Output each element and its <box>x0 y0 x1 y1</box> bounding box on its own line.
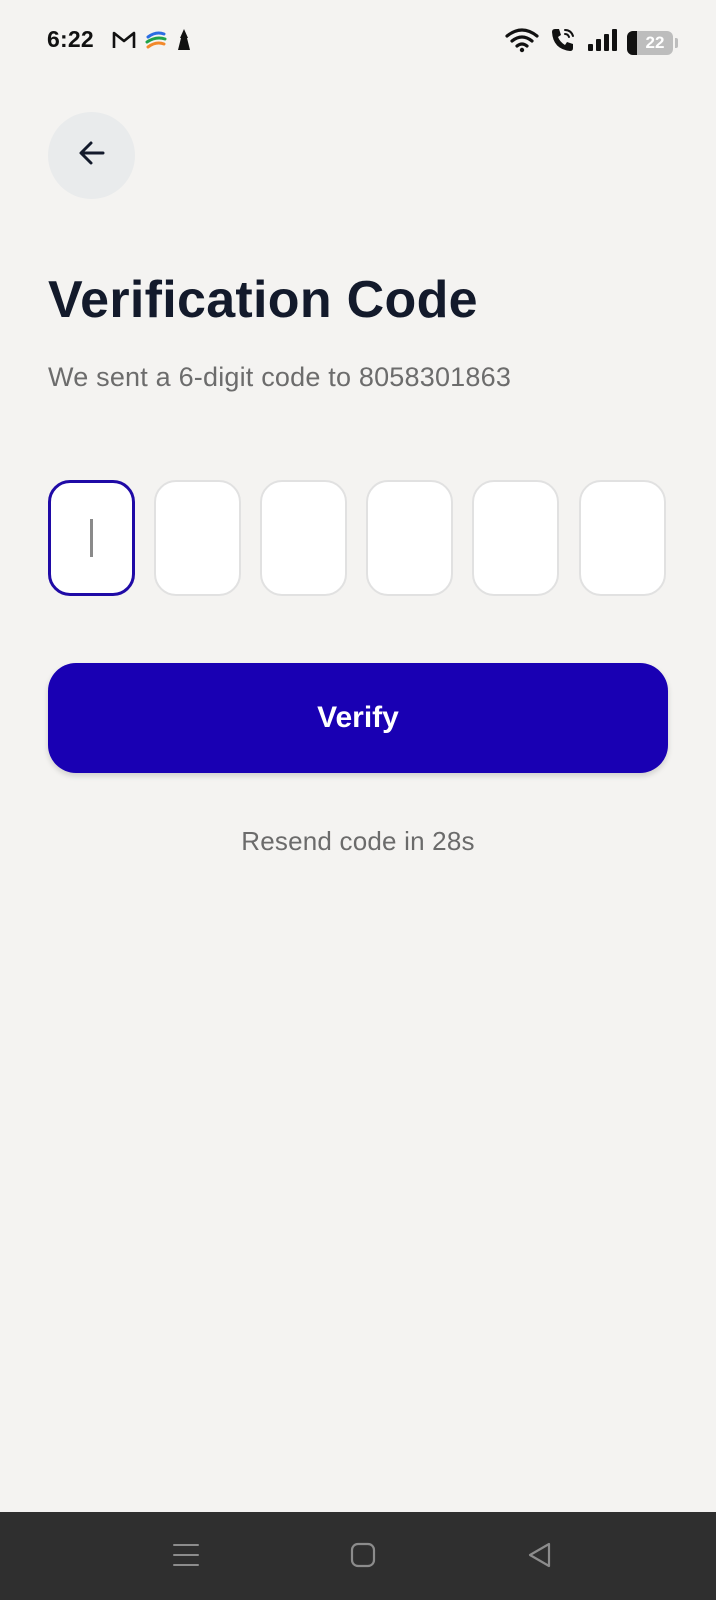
battery-level: 22 <box>645 32 665 52</box>
status-right-icons: 22 <box>505 26 678 59</box>
signal-icon <box>587 28 617 57</box>
home-icon <box>349 1541 377 1574</box>
recent-apps-button[interactable] <box>163 1534 209 1580</box>
otp-digit-1[interactable] <box>48 480 135 596</box>
notification-icon <box>176 28 192 57</box>
status-time: 6:22 <box>47 26 94 52</box>
wifi-call-icon <box>549 26 577 59</box>
otp-digit-6[interactable] <box>579 480 666 596</box>
status-left-icons <box>112 28 192 57</box>
text-cursor <box>90 519 93 557</box>
status-bar: 6:22 22 <box>0 0 716 84</box>
subtitle: We sent a 6-digit code to 8058301863 <box>48 362 512 392</box>
otp-digit-5[interactable] <box>472 480 559 596</box>
home-button[interactable] <box>340 1534 386 1580</box>
navigation-bar <box>0 1512 716 1600</box>
resend-countdown: Resend code in 28s <box>241 826 475 856</box>
otp-digit-4[interactable] <box>366 480 453 596</box>
verify-button[interactable]: Verify <box>48 663 668 773</box>
menu-icon <box>172 1542 200 1573</box>
otp-input-row <box>48 480 668 598</box>
otp-digit-3[interactable] <box>260 480 347 596</box>
wifi-icon <box>505 27 539 58</box>
otp-digit-2[interactable] <box>154 480 241 596</box>
battery-cap <box>675 37 678 48</box>
gmail-icon <box>112 30 136 55</box>
arrow-left-icon <box>76 137 108 174</box>
back-button[interactable] <box>48 112 135 199</box>
page-title: Verification Code <box>48 271 478 329</box>
system-back-button[interactable] <box>517 1534 563 1580</box>
app-logo-icon <box>144 28 168 57</box>
battery-icon: 22 <box>627 30 673 55</box>
back-triangle-icon <box>526 1541 554 1574</box>
